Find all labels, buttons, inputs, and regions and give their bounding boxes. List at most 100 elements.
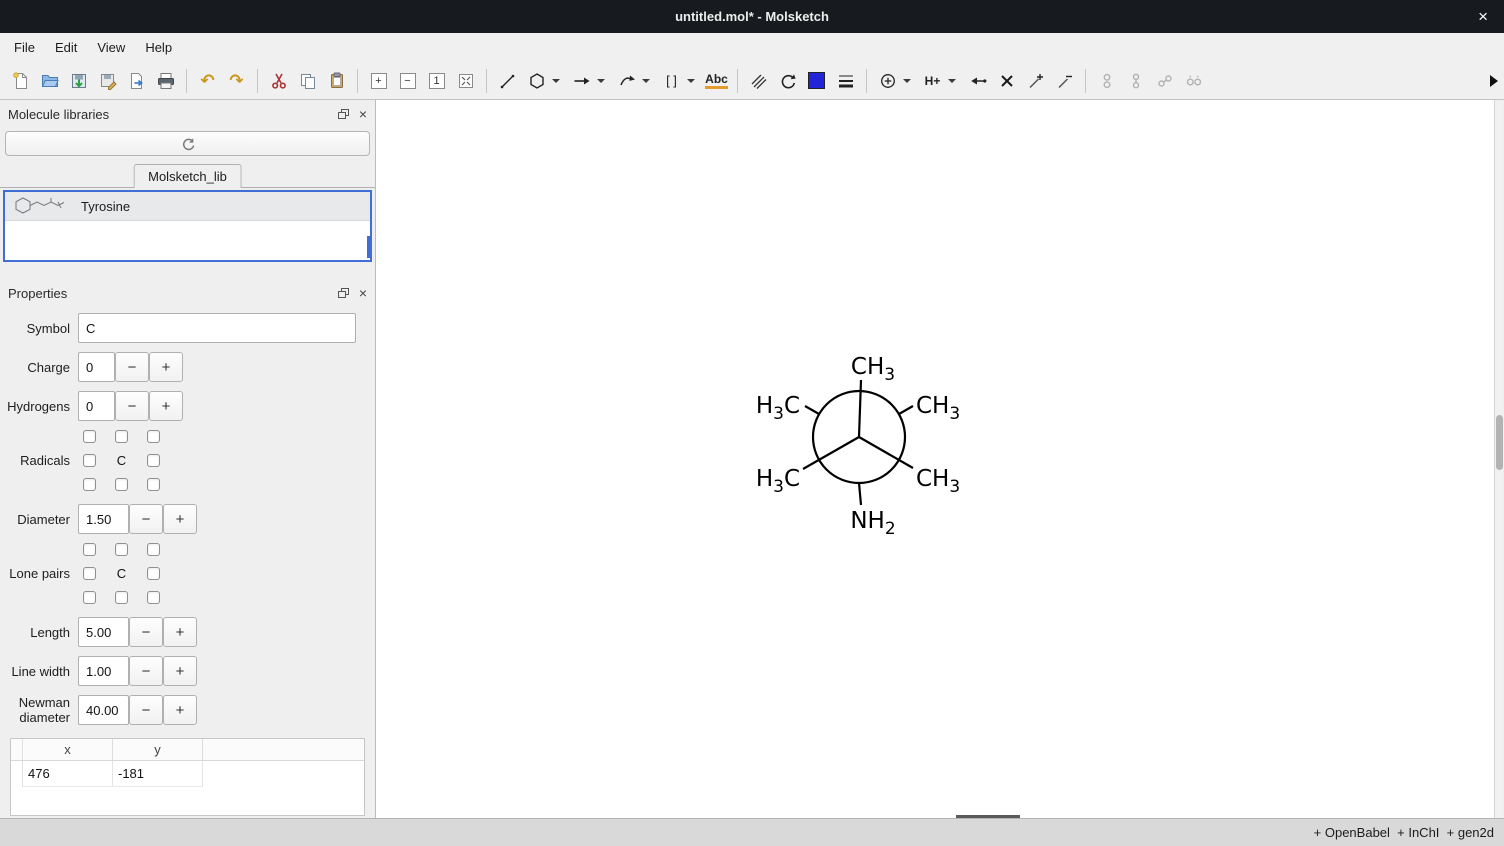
toolbar-separator xyxy=(737,69,738,93)
lone-pair-checkbox[interactable] xyxy=(115,591,128,604)
print-icon[interactable] xyxy=(151,66,180,95)
zoom-out-icon[interactable]: − xyxy=(393,66,422,95)
line-width-increase-button[interactable]: + xyxy=(163,656,197,686)
menu-file[interactable]: File xyxy=(4,35,45,60)
zoom-in-icon[interactable]: + xyxy=(364,66,393,95)
brackets-dropdown-arrow-icon[interactable] xyxy=(687,79,695,83)
newman-increase-button[interactable]: + xyxy=(163,695,197,725)
arrow-dropdown-arrow-icon[interactable] xyxy=(597,79,605,83)
hydrogens-decrease-button[interactable]: − xyxy=(115,391,149,421)
radical-checkbox[interactable] xyxy=(83,478,96,491)
column-header-x[interactable]: x xyxy=(23,739,113,760)
column-header-y[interactable]: y xyxy=(113,739,203,760)
mechanism-arrow-icon[interactable] xyxy=(612,66,641,95)
menu-help[interactable]: Help xyxy=(135,35,182,60)
delete-tool-icon[interactable] xyxy=(992,66,1021,95)
draw-bond-icon[interactable] xyxy=(493,66,522,95)
charge-dropdown-arrow-icon[interactable] xyxy=(903,79,911,83)
radical-checkbox[interactable] xyxy=(83,430,96,443)
coordinate-x-cell[interactable]: 476 xyxy=(23,761,113,787)
hatch-bond-icon[interactable] xyxy=(744,66,773,95)
save-as-icon[interactable] xyxy=(93,66,122,95)
radical-checkbox[interactable] xyxy=(147,454,160,467)
hydrogen-tool-icon[interactable]: H+ xyxy=(918,66,947,95)
hydrogens-input[interactable] xyxy=(78,391,115,421)
mechanism-dropdown-arrow-icon[interactable] xyxy=(642,79,650,83)
save-icon[interactable] xyxy=(64,66,93,95)
hydrogen-arrow-icon[interactable] xyxy=(963,66,992,95)
libraries-close-icon[interactable]: × xyxy=(359,106,367,122)
coordinate-y-cell[interactable]: -181 xyxy=(113,761,203,787)
hydrogen-dropdown-arrow-icon[interactable] xyxy=(948,79,956,83)
charge-increase-button[interactable]: + xyxy=(149,352,183,382)
lone-pair-checkbox[interactable] xyxy=(147,543,160,556)
length-input[interactable] xyxy=(78,617,129,647)
brackets-tool-icon[interactable]: [ ] xyxy=(657,66,686,95)
radical-checkbox[interactable] xyxy=(83,454,96,467)
length-increase-button[interactable]: + xyxy=(163,617,197,647)
newman-decrease-button[interactable]: − xyxy=(129,695,163,725)
list-item-tyrosine[interactable]: Tyrosine xyxy=(5,192,370,221)
radical-checkbox[interactable] xyxy=(147,478,160,491)
hydrogens-increase-button[interactable]: + xyxy=(149,391,183,421)
symbol-input[interactable] xyxy=(78,313,356,343)
toolbar-overflow-icon[interactable] xyxy=(1490,75,1498,87)
draw-plus-icon[interactable] xyxy=(1021,66,1050,95)
length-decrease-button[interactable]: − xyxy=(129,617,163,647)
ring-tool-icon[interactable] xyxy=(522,66,551,95)
lone-pair-checkbox[interactable] xyxy=(83,567,96,580)
library-scrollbar[interactable] xyxy=(367,236,370,258)
diameter-input[interactable] xyxy=(78,504,129,534)
lone-pair-checkbox[interactable] xyxy=(83,543,96,556)
line-width-icon[interactable] xyxy=(831,66,860,95)
libraries-float-icon[interactable] xyxy=(337,108,350,120)
color-swatch-icon[interactable] xyxy=(802,66,831,95)
drawing-canvas[interactable]: CH3 H3C CH3 H3C CH3 NH2 xyxy=(376,100,1494,818)
paste-icon[interactable] xyxy=(322,66,351,95)
export-icon[interactable] xyxy=(122,66,151,95)
radical-checkbox[interactable] xyxy=(115,478,128,491)
radical-checkbox[interactable] xyxy=(147,430,160,443)
redo-icon[interactable]: ↷ xyxy=(222,66,251,95)
charge-input[interactable] xyxy=(78,352,115,382)
draw-minus-icon[interactable] xyxy=(1050,66,1079,95)
copy-icon[interactable] xyxy=(293,66,322,95)
line-width-decrease-button[interactable]: − xyxy=(129,656,163,686)
library-refresh-button[interactable] xyxy=(5,131,370,156)
vertical-scrollbar-handle[interactable] xyxy=(1496,415,1503,470)
vertical-scrollbar-track[interactable] xyxy=(1494,100,1503,818)
lone-pair-checkbox[interactable] xyxy=(147,591,160,604)
rotate-icon[interactable] xyxy=(773,66,802,95)
new-document-icon[interactable] xyxy=(6,66,35,95)
diameter-increase-button[interactable]: + xyxy=(163,504,197,534)
properties-float-icon[interactable] xyxy=(337,287,350,299)
tab-molsketch-lib[interactable]: Molsketch_lib xyxy=(133,164,242,188)
coordinates-table[interactable]: x y 476 -181 xyxy=(10,738,365,816)
current-color xyxy=(808,72,825,89)
charge-decrease-button[interactable]: − xyxy=(115,352,149,382)
zoom-original-icon[interactable]: 1 xyxy=(422,66,451,95)
radical-checkbox[interactable] xyxy=(115,430,128,443)
properties-close-icon[interactable]: × xyxy=(359,285,367,301)
lone-pair-checkbox[interactable] xyxy=(115,543,128,556)
zoom-fit-icon[interactable] xyxy=(451,66,480,95)
ring-dropdown-arrow-icon[interactable] xyxy=(552,79,560,83)
undo-icon[interactable]: ↶ xyxy=(193,66,222,95)
lone-pair-checkbox[interactable] xyxy=(147,567,160,580)
newman-diameter-input[interactable] xyxy=(78,695,129,725)
coordinate-row[interactable]: 476 -181 xyxy=(11,761,364,787)
line-width-input[interactable] xyxy=(78,656,129,686)
library-list[interactable]: Tyrosine xyxy=(3,190,372,262)
window-close-button[interactable]: × xyxy=(1472,0,1494,33)
lone-pair-checkbox[interactable] xyxy=(83,591,96,604)
open-file-icon[interactable] xyxy=(35,66,64,95)
diameter-decrease-button[interactable]: − xyxy=(129,504,163,534)
bond-front-lower-left xyxy=(803,437,859,469)
reaction-arrow-icon[interactable] xyxy=(567,66,596,95)
cut-icon[interactable] xyxy=(264,66,293,95)
menu-edit[interactable]: Edit xyxy=(45,35,87,60)
charge-tool-icon[interactable] xyxy=(873,66,902,95)
horizontal-scrollbar[interactable] xyxy=(956,815,1020,818)
text-tool-icon[interactable]: Abc xyxy=(702,66,731,95)
menu-view[interactable]: View xyxy=(87,35,135,60)
